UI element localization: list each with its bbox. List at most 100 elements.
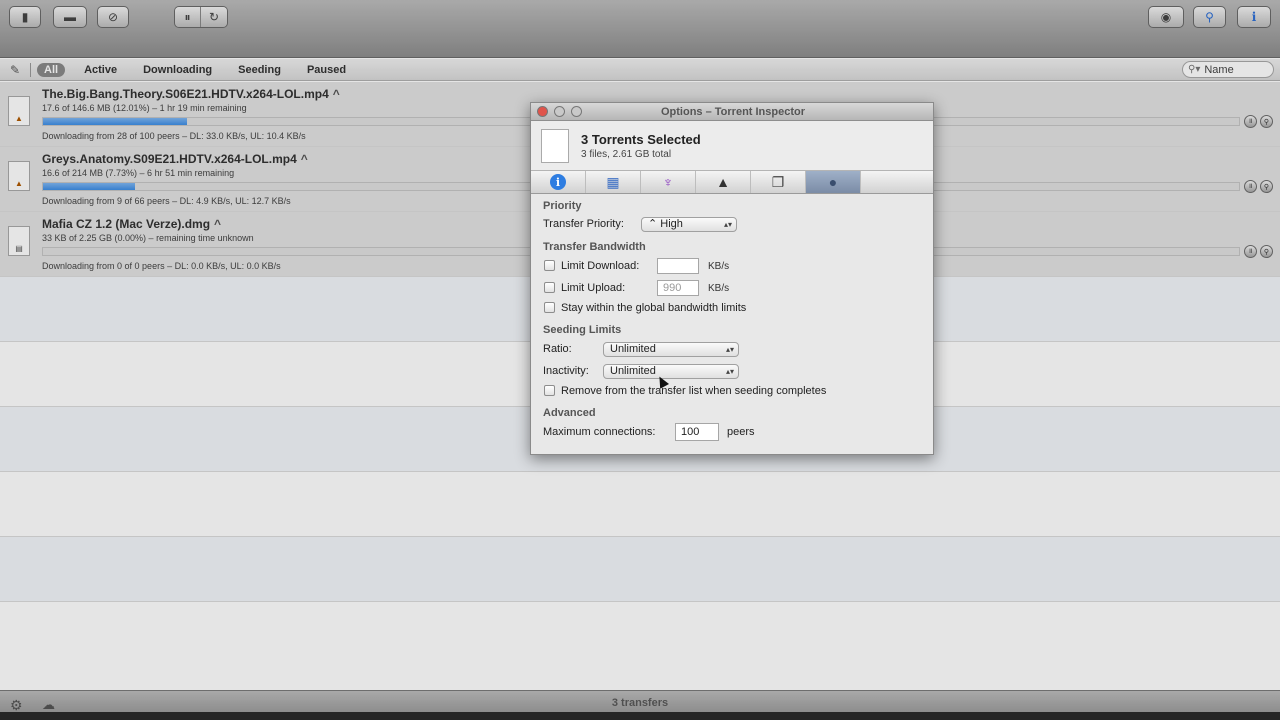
filter-seeding[interactable]: Seeding <box>231 63 288 77</box>
document-icon: ▮ <box>21 10 29 24</box>
magnifier-icon: ⚲ <box>1263 248 1270 256</box>
advanced-section-title: Advanced <box>543 407 596 419</box>
pause-torrent-button[interactable]: ॥ <box>1244 115 1257 128</box>
pin-icon[interactable]: ✎ <box>10 63 24 77</box>
bandwidth-section-title: Transfer Bandwidth <box>543 241 646 253</box>
open-torrent-button[interactable]: ▮ <box>9 6 41 28</box>
options-pane: Priority Transfer Priority: ⌃ High ▴▾ Tra… <box>531 194 933 454</box>
transfer-priority-label: Transfer Priority: <box>543 218 624 230</box>
filter-button[interactable]: ⚲ <box>1193 6 1226 28</box>
info-icon: i <box>1251 10 1257 24</box>
video-file-icon: ▲ <box>8 161 30 191</box>
limit-upload-field[interactable]: 990 <box>657 280 699 296</box>
peer-person-icon: ▲ <box>716 174 730 190</box>
limit-upload-label: Limit Upload: <box>561 282 626 294</box>
filter-paused[interactable]: Paused <box>300 63 353 77</box>
pause-icon: ॥ <box>1248 183 1253 190</box>
status-bar: ⚙ ☁ 3 transfers <box>0 690 1280 720</box>
open-folder-button[interactable]: ▬ <box>53 6 87 28</box>
tab-options[interactable]: ● <box>806 171 861 193</box>
seeding-section-title: Seeding Limits <box>543 324 622 336</box>
inactivity-value: Unlimited <box>610 365 656 377</box>
limit-upload-checkbox[interactable] <box>544 282 555 293</box>
torrent-status: Downloading from 9 of 66 peers – DL: 4.9… <box>42 196 291 206</box>
tracker-antenna-icon: ♆ <box>662 174 674 190</box>
remove-when-complete-checkbox[interactable] <box>544 385 555 396</box>
tab-trackers[interactable]: ♆ <box>641 171 696 193</box>
tab-files[interactable]: ❐ <box>751 171 806 193</box>
search-placeholder: Name <box>1204 63 1234 76</box>
filter-all[interactable]: All <box>37 62 66 77</box>
max-connections-label: Maximum connections: <box>543 426 656 438</box>
pause-icon: ॥ <box>1248 248 1253 255</box>
reveal-caret-icon[interactable]: ^ <box>214 217 221 231</box>
peers-unit: peers <box>727 426 755 438</box>
inspector-button[interactable]: i <box>1237 6 1271 28</box>
magnifier-icon: ⚲ <box>1263 183 1270 191</box>
reveal-torrent-button[interactable]: ⚲ <box>1260 115 1273 128</box>
tab-peers[interactable]: ▲ <box>696 171 751 193</box>
max-connections-field[interactable]: 100 <box>675 423 719 441</box>
pause-all-icon: ⏸ <box>184 9 191 24</box>
popup-arrows-icon: ▴▾ <box>725 345 734 354</box>
popup-arrows-icon: ▴▾ <box>723 220 732 229</box>
torrent-name: Greys.Anatomy.S09E21.HDTV.x264-LOL.mp4 ^ <box>42 152 308 166</box>
remove-button[interactable]: ⊘ <box>97 6 129 28</box>
inspector-titlebar[interactable]: Options – Torrent Inspector <box>531 103 933 121</box>
filter-active[interactable]: Active <box>77 63 124 77</box>
download-unit: KB/s <box>708 261 730 272</box>
torrent-progress-text: 17.6 of 146.6 MB (12.01%) – 1 hr 19 min … <box>42 103 247 113</box>
folder-icon: ▬ <box>64 10 76 24</box>
ratio-popup[interactable]: Unlimited ▴▾ <box>603 342 739 357</box>
inspector-title: Options – Torrent Inspector <box>660 106 806 118</box>
filter-downloading[interactable]: Downloading <box>136 63 219 77</box>
inspector-tabs: i ▦ ♆ ▲ ❐ ● <box>531 170 933 194</box>
filter-bar: ✎ All Active Downloading Seeding Paused … <box>0 59 1280 81</box>
pause-torrent-button[interactable]: ॥ <box>1244 180 1257 193</box>
selection-summary: 3 files, 2.61 GB total <box>581 149 672 160</box>
info-icon: i <box>550 174 566 190</box>
no-entry-icon: ⊘ <box>107 10 119 24</box>
ratio-label: Ratio: <box>543 343 572 355</box>
magnifier-icon: ⚲ <box>1263 118 1270 126</box>
torrent-status: Downloading from 0 of 0 peers – DL: 0.0 … <box>42 261 281 271</box>
resume-all-button[interactable]: ↻ <box>201 7 227 27</box>
multiple-files-icon <box>541 129 569 163</box>
transfer-priority-popup[interactable]: ⌃ High ▴▾ <box>641 217 737 232</box>
search-icon: ⚲▾ <box>1188 64 1201 75</box>
progress-fill <box>43 183 136 190</box>
search-input[interactable]: ⚲▾ Name <box>1182 61 1274 78</box>
main-toolbar: ▮ ▬ ⊘ ⏸ ↻ ◉ ⚲ i <box>0 0 1280 58</box>
empty-row <box>0 602 1280 625</box>
tab-general-info[interactable]: i <box>531 171 586 193</box>
pause-torrent-button[interactable]: ॥ <box>1244 245 1257 258</box>
files-icon: ❐ <box>771 173 785 190</box>
limit-download-field[interactable] <box>657 258 699 274</box>
reveal-caret-icon[interactable]: ^ <box>301 152 308 166</box>
torrent-progress-text: 16.6 of 214 MB (7.73%) – 6 hr 51 min rem… <box>42 168 235 178</box>
empty-row <box>0 537 1280 602</box>
reveal-torrent-button[interactable]: ⚲ <box>1260 180 1273 193</box>
priority-arrow-icon: ⌃ <box>648 218 661 230</box>
options-icon: ● <box>828 174 838 190</box>
quicklook-button[interactable]: ◉ <box>1148 6 1184 28</box>
reveal-torrent-button[interactable]: ⚲ <box>1260 245 1273 258</box>
tab-activity[interactable]: ▦ <box>586 171 641 193</box>
limit-download-checkbox[interactable] <box>544 260 555 271</box>
torrent-progress-text: 33 KB of 2.25 GB (0.00%) – remaining tim… <box>42 233 254 243</box>
pause-all-button[interactable]: ⏸ <box>175 7 201 27</box>
filter-icon: ⚲ <box>1205 10 1214 24</box>
popup-arrows-icon: ▴▾ <box>725 367 734 376</box>
transfer-count: 3 transfers <box>611 697 669 709</box>
screen-edge <box>0 712 1280 720</box>
video-file-icon: ▲ <box>8 96 30 126</box>
reveal-caret-icon[interactable]: ^ <box>333 87 340 101</box>
pause-icon: ॥ <box>1248 118 1253 125</box>
limit-download-label: Limit Download: <box>561 260 640 272</box>
empty-row <box>0 472 1280 537</box>
inactivity-label: Inactivity: <box>543 365 589 377</box>
priority-value: High <box>660 218 683 230</box>
stay-within-global-checkbox[interactable] <box>544 302 555 313</box>
activity-icon: ▦ <box>606 173 620 190</box>
inactivity-popup[interactable]: Unlimited ▴▾ <box>603 364 739 379</box>
